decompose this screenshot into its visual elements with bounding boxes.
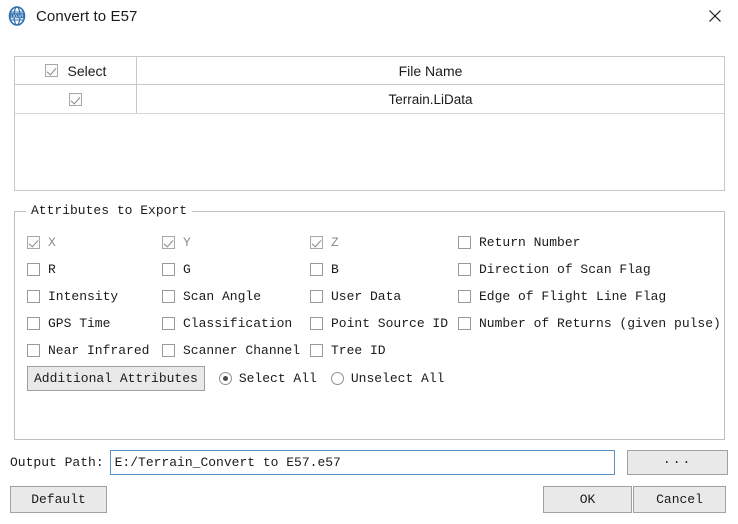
attribute-checkbox-tree-id[interactable]: Tree ID xyxy=(310,341,458,361)
checkbox-box[interactable] xyxy=(162,290,175,303)
attribute-label: Y xyxy=(183,235,191,250)
radio-unselect-all[interactable]: Unselect All xyxy=(330,371,445,386)
attribute-checkbox-grid: X Y Z Return Number R G B Direction of S… xyxy=(27,229,721,364)
attribute-checkbox-direction-of-scan-flag[interactable]: Direction of Scan Flag xyxy=(458,260,718,280)
attribute-checkbox-r[interactable]: R xyxy=(27,260,162,280)
title-bar: LiDAR Convert to E57 xyxy=(0,0,738,32)
attribute-label: User Data xyxy=(331,289,402,304)
checkbox-box[interactable] xyxy=(310,317,323,330)
cancel-button[interactable]: Cancel xyxy=(633,486,726,513)
radio-button[interactable] xyxy=(330,372,344,385)
column-header-select[interactable]: Select xyxy=(15,57,137,84)
checkbox-box[interactable] xyxy=(310,236,323,249)
attribute-checkbox-classification[interactable]: Classification xyxy=(162,314,310,334)
checkbox-box[interactable] xyxy=(27,344,40,357)
attribute-checkbox-number-of-returns[interactable]: Number of Returns (given pulse) xyxy=(458,314,721,334)
attribute-checkbox-intensity[interactable]: Intensity xyxy=(27,287,162,307)
attribute-label: Edge of Flight Line Flag xyxy=(479,289,667,304)
default-button[interactable]: Default xyxy=(10,486,107,513)
checkbox-box[interactable] xyxy=(458,317,471,330)
row-select-checkbox[interactable] xyxy=(69,92,82,106)
app-globe-icon: LiDAR xyxy=(6,5,28,27)
attribute-checkbox-user-data[interactable]: User Data xyxy=(310,287,458,307)
attribute-checkbox-x[interactable]: X xyxy=(27,233,162,253)
convert-to-e57-dialog: LiDAR Convert to E57 Select File Name Te… xyxy=(0,0,738,524)
attribute-label: X xyxy=(48,235,56,250)
attribute-checkbox-b[interactable]: B xyxy=(310,260,458,280)
radio-button[interactable] xyxy=(218,372,232,385)
output-path-input[interactable] xyxy=(109,449,616,475)
output-path-row: Output Path: ... xyxy=(10,449,728,475)
additional-attributes-button[interactable]: Additional Attributes xyxy=(27,366,205,391)
attribute-label: Intensity xyxy=(48,289,119,304)
svg-text:LiDAR: LiDAR xyxy=(10,14,24,19)
attribute-label: Tree ID xyxy=(331,343,386,358)
checkbox-box[interactable] xyxy=(27,236,40,249)
checkbox-box[interactable] xyxy=(458,290,471,303)
column-header-file-name-label: File Name xyxy=(398,62,463,79)
attribute-checkbox-point-source-id[interactable]: Point Source ID xyxy=(310,314,458,334)
attribute-label: Z xyxy=(331,235,339,250)
checkbox-box[interactable] xyxy=(162,317,175,330)
checkbox-box[interactable] xyxy=(162,263,175,276)
radio-label: Unselect All xyxy=(350,371,445,386)
attribute-label: Point Source ID xyxy=(331,316,449,331)
checkbox-box[interactable] xyxy=(310,344,323,357)
column-header-file-name[interactable]: File Name xyxy=(137,57,724,84)
radio-label: Select All xyxy=(238,371,317,386)
attribute-label: Direction of Scan Flag xyxy=(479,262,651,277)
checkbox-box[interactable] xyxy=(27,317,40,330)
additional-attributes-row: Additional Attributes Select All Unselec… xyxy=(27,366,444,391)
checkbox-box[interactable] xyxy=(162,236,175,249)
attribute-label: G xyxy=(183,262,191,277)
checkbox-box[interactable] xyxy=(458,236,471,249)
attribute-label: R xyxy=(48,262,56,277)
attribute-label: Return Number xyxy=(479,235,581,250)
select-all-files-checkbox[interactable] xyxy=(44,64,58,77)
checkbox-box[interactable] xyxy=(27,290,40,303)
checkbox-box[interactable] xyxy=(162,344,175,357)
radio-select-all[interactable]: Select All xyxy=(218,371,317,386)
file-list-table: Select File Name Terrain.LiData xyxy=(14,56,725,191)
attribute-checkbox-gps-time[interactable]: GPS Time xyxy=(27,314,162,334)
attributes-to-export-group: Attributes to Export X Y Z Return Number xyxy=(14,203,725,440)
group-legend: Attributes to Export xyxy=(26,203,193,218)
attribute-checkbox-return-number[interactable]: Return Number xyxy=(458,233,718,253)
checkbox-box[interactable] xyxy=(310,263,323,276)
attribute-checkbox-g[interactable]: G xyxy=(162,260,310,280)
attribute-label: GPS Time xyxy=(48,316,111,331)
browse-button[interactable]: ... xyxy=(627,449,728,475)
attribute-label: Number of Returns (given pulse) xyxy=(479,316,721,331)
attribute-label: Classification xyxy=(183,316,293,331)
table-row[interactable]: Terrain.LiData xyxy=(15,85,724,114)
output-path-label: Output Path: xyxy=(10,454,104,470)
column-header-select-label: Select xyxy=(67,62,107,79)
attribute-checkbox-z[interactable]: Z xyxy=(310,233,458,253)
checkbox-box[interactable] xyxy=(27,263,40,276)
attribute-label: Scanner Channel xyxy=(183,343,301,358)
attribute-checkbox-scanner-channel[interactable]: Scanner Channel xyxy=(162,341,310,361)
attribute-label: Scan Angle xyxy=(183,289,262,304)
table-header-row: Select File Name xyxy=(15,57,724,85)
row-file-name: Terrain.LiData xyxy=(388,91,473,107)
attribute-checkbox-scan-angle[interactable]: Scan Angle xyxy=(162,287,310,307)
attribute-checkbox-near-infrared[interactable]: Near Infrared xyxy=(27,341,162,361)
row-select-cell[interactable] xyxy=(15,85,137,113)
attribute-label: Near Infrared xyxy=(48,343,150,358)
attribute-checkbox-y[interactable]: Y xyxy=(162,233,310,253)
attribute-label: B xyxy=(331,262,339,277)
checkbox-box[interactable] xyxy=(458,263,471,276)
attribute-checkbox-edge-of-flight-line-flag[interactable]: Edge of Flight Line Flag xyxy=(458,287,718,307)
window-title: Convert to E57 xyxy=(36,7,138,25)
ok-button[interactable]: OK xyxy=(543,486,632,513)
checkbox-box[interactable] xyxy=(310,290,323,303)
close-icon[interactable] xyxy=(700,4,730,28)
